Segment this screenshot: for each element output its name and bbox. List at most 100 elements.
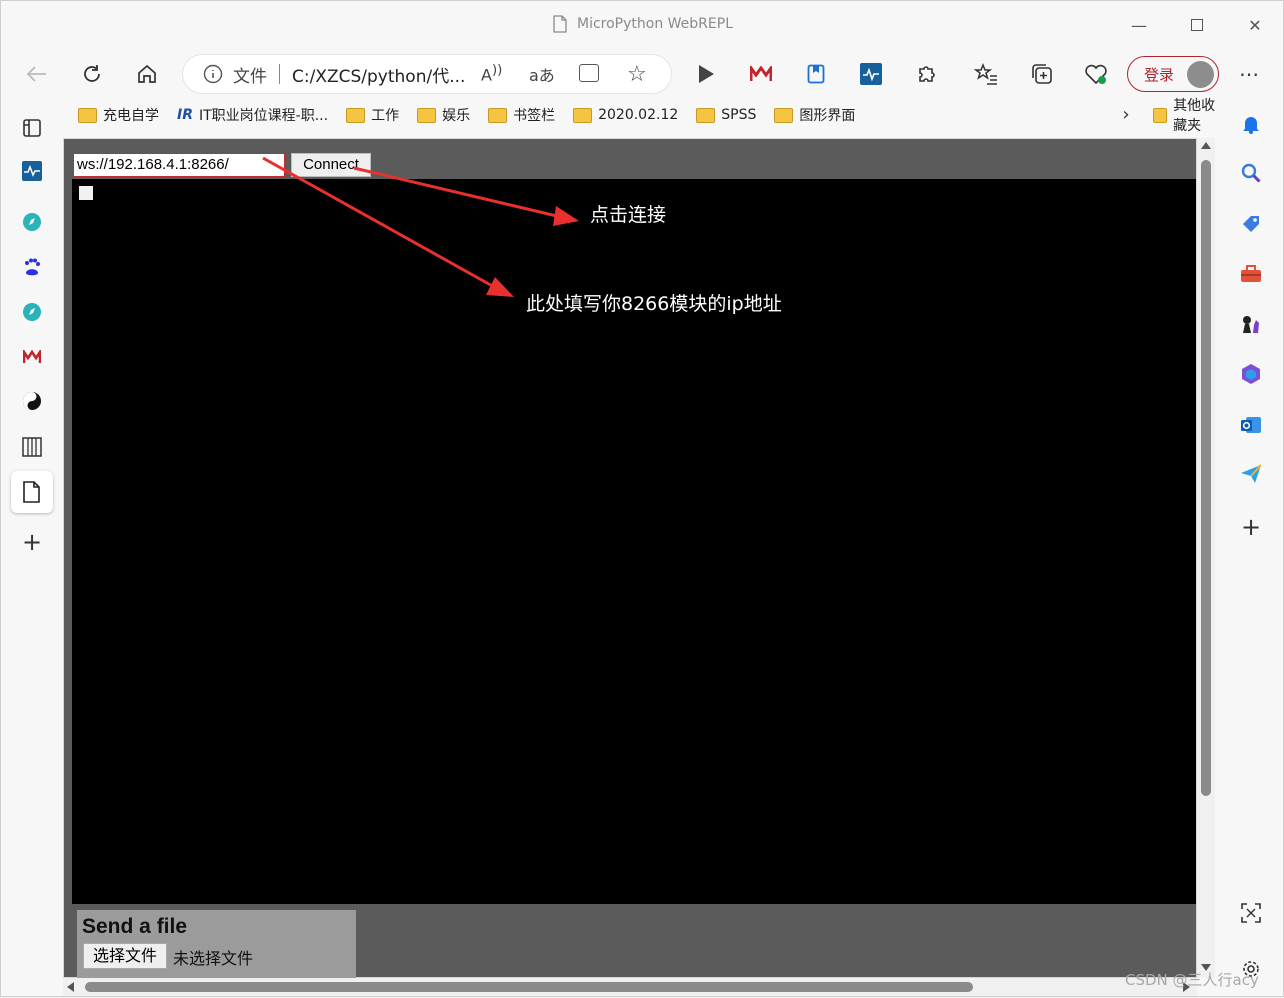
extensions-button[interactable]	[909, 58, 943, 90]
pulse-tab-icon[interactable]	[21, 160, 43, 182]
yin-yang-tab-icon[interactable]	[21, 390, 43, 412]
search-icon[interactable]	[1240, 162, 1262, 184]
maximize-button[interactable]	[1177, 13, 1217, 39]
folder-icon	[488, 107, 508, 123]
webrepl-page: ws://192.168.4.1:8266/ Connect 点击连接 此处填写…	[63, 138, 1197, 980]
maximize-icon	[1191, 19, 1203, 31]
bookmark-label: 工作	[371, 108, 400, 124]
baidu-tab-icon[interactable]	[21, 256, 43, 278]
more-menu-button[interactable]: ⋯	[1232, 58, 1266, 90]
collection-button[interactable]	[799, 58, 833, 90]
new-tab-plus-icon[interactable]: +	[21, 528, 43, 556]
scroll-up-arrow[interactable]	[1201, 142, 1211, 149]
send-file-title: Send a file	[82, 915, 188, 938]
left-sidebar: +	[1, 97, 63, 997]
terminal-cursor	[79, 186, 93, 200]
bookmark-item[interactable]: SPSS	[687, 107, 765, 123]
refresh-button[interactable]	[75, 58, 109, 90]
favorites-button[interactable]	[969, 58, 1003, 90]
health-button[interactable]	[1079, 58, 1113, 90]
scroll-left-arrow[interactable]	[67, 982, 74, 992]
add-sidebar-plus-icon[interactable]: +	[1240, 513, 1262, 541]
address-text: C:/XZCS/python/代...	[292, 66, 466, 87]
browser-window: MicroPython WebREPL — ✕ 文件 C:/XZCS/pytho…	[0, 0, 1284, 997]
bookmark-item[interactable]: 充电自学	[69, 105, 168, 125]
active-tab[interactable]	[11, 471, 53, 513]
folder-icon	[78, 107, 97, 123]
title-bar: MicroPython WebREPL — ✕	[1, 1, 1284, 51]
piano-tab-icon[interactable]	[21, 436, 43, 458]
send-icon[interactable]	[1240, 463, 1262, 485]
send-file-panel: Send a file 选择文件 未选择文件	[77, 910, 356, 980]
vertical-scrollbar[interactable]	[1197, 138, 1215, 978]
folder-icon	[696, 107, 716, 123]
bookmark-item[interactable]: IR IT职业岗位课程-职...	[168, 105, 337, 125]
horizontal-scroll-thumb[interactable]	[85, 982, 973, 992]
ip-annotation: 此处填写你8266模块的ip地址	[526, 293, 782, 315]
m365-icon[interactable]	[1240, 363, 1262, 385]
page-icon	[553, 15, 567, 33]
site-icon: IR	[177, 107, 193, 123]
home-button[interactable]	[130, 58, 164, 90]
bell-icon[interactable]	[1240, 113, 1262, 135]
home-icon	[138, 64, 156, 83]
tab-actions-icon[interactable]	[21, 117, 43, 139]
address-scheme-label: 文件	[233, 66, 267, 87]
favorites-list-icon	[974, 63, 997, 85]
screenshot-icon[interactable]	[1240, 902, 1262, 924]
extension-m-button[interactable]	[744, 58, 778, 90]
chess-icon[interactable]	[1240, 313, 1262, 335]
read-aloud-icon[interactable]: A))	[481, 63, 502, 84]
bookmark-label: 2020.02.12	[598, 107, 679, 123]
bookmark-label: IT职业岗位课程-职...	[199, 108, 329, 124]
chevron-right-icon[interactable]: ›	[1113, 97, 1139, 133]
folder-icon	[774, 107, 794, 123]
bookmark-icon	[807, 64, 825, 84]
connect-button[interactable]: Connect	[291, 153, 371, 177]
bookmark-label: 书签栏	[513, 108, 556, 124]
bookmark-item[interactable]: 书签栏	[479, 105, 564, 125]
page-tab-icon	[23, 481, 40, 503]
toolbox-icon[interactable]	[1240, 263, 1262, 285]
compass-tab-icon[interactable]	[21, 211, 43, 233]
favorite-star-icon[interactable]: ☆	[627, 62, 647, 87]
connect-annotation: 点击连接	[590, 204, 667, 226]
bookmark-item[interactable]: 娱乐	[408, 105, 479, 125]
bookmarks-bar: 充电自学 IR IT职业岗位课程-职... 工作 娱乐 书签栏 2020.02.…	[63, 97, 1223, 134]
horizontal-scrollbar[interactable]	[63, 978, 1197, 996]
pulse-button[interactable]	[854, 58, 888, 90]
m-logo-tab-icon[interactable]	[21, 346, 43, 368]
shopping-tag-icon[interactable]	[1240, 213, 1262, 235]
puzzle-icon	[919, 66, 935, 82]
bookmark-label: 图形界面	[799, 108, 856, 124]
terminal-area[interactable]	[72, 179, 1196, 904]
translate-icon[interactable]: aあ	[529, 62, 555, 86]
other-favorites[interactable]: 其他收藏夹	[1153, 97, 1223, 134]
right-sidebar: +	[1223, 97, 1284, 997]
choose-file-button[interactable]: 选择文件	[83, 943, 167, 969]
close-button[interactable]: ✕	[1235, 13, 1275, 39]
bookmark-label: 充电自学	[103, 108, 159, 124]
other-favorites-label: 其他收藏夹	[1173, 98, 1216, 134]
bookmark-item[interactable]: 工作	[337, 105, 408, 125]
collections-icon	[1032, 64, 1052, 84]
back-button[interactable]	[20, 58, 54, 90]
play-button[interactable]	[689, 58, 723, 90]
m-logo-icon	[750, 66, 772, 81]
address-separator	[279, 64, 280, 84]
address-bar[interactable]: 文件 C:/XZCS/python/代... A)) aあ ☆	[183, 55, 671, 93]
heart-pulse-icon	[1085, 64, 1107, 85]
folder-icon	[346, 107, 366, 123]
login-button[interactable]: 登录	[1127, 56, 1219, 92]
bookmark-item[interactable]: 图形界面	[765, 105, 864, 125]
websocket-url-input[interactable]: ws://192.168.4.1:8266/	[73, 153, 285, 177]
refresh-icon	[84, 65, 100, 82]
split-screen-icon[interactable]	[579, 64, 599, 82]
collections-button[interactable]	[1025, 58, 1059, 90]
minimize-button[interactable]: —	[1119, 13, 1159, 39]
compass-tab-icon-2[interactable]	[21, 301, 43, 323]
bookmark-item[interactable]: 2020.02.12	[564, 107, 687, 123]
play-icon	[699, 65, 714, 83]
vertical-scroll-thumb[interactable]	[1201, 160, 1211, 796]
outlook-icon[interactable]	[1240, 414, 1262, 436]
